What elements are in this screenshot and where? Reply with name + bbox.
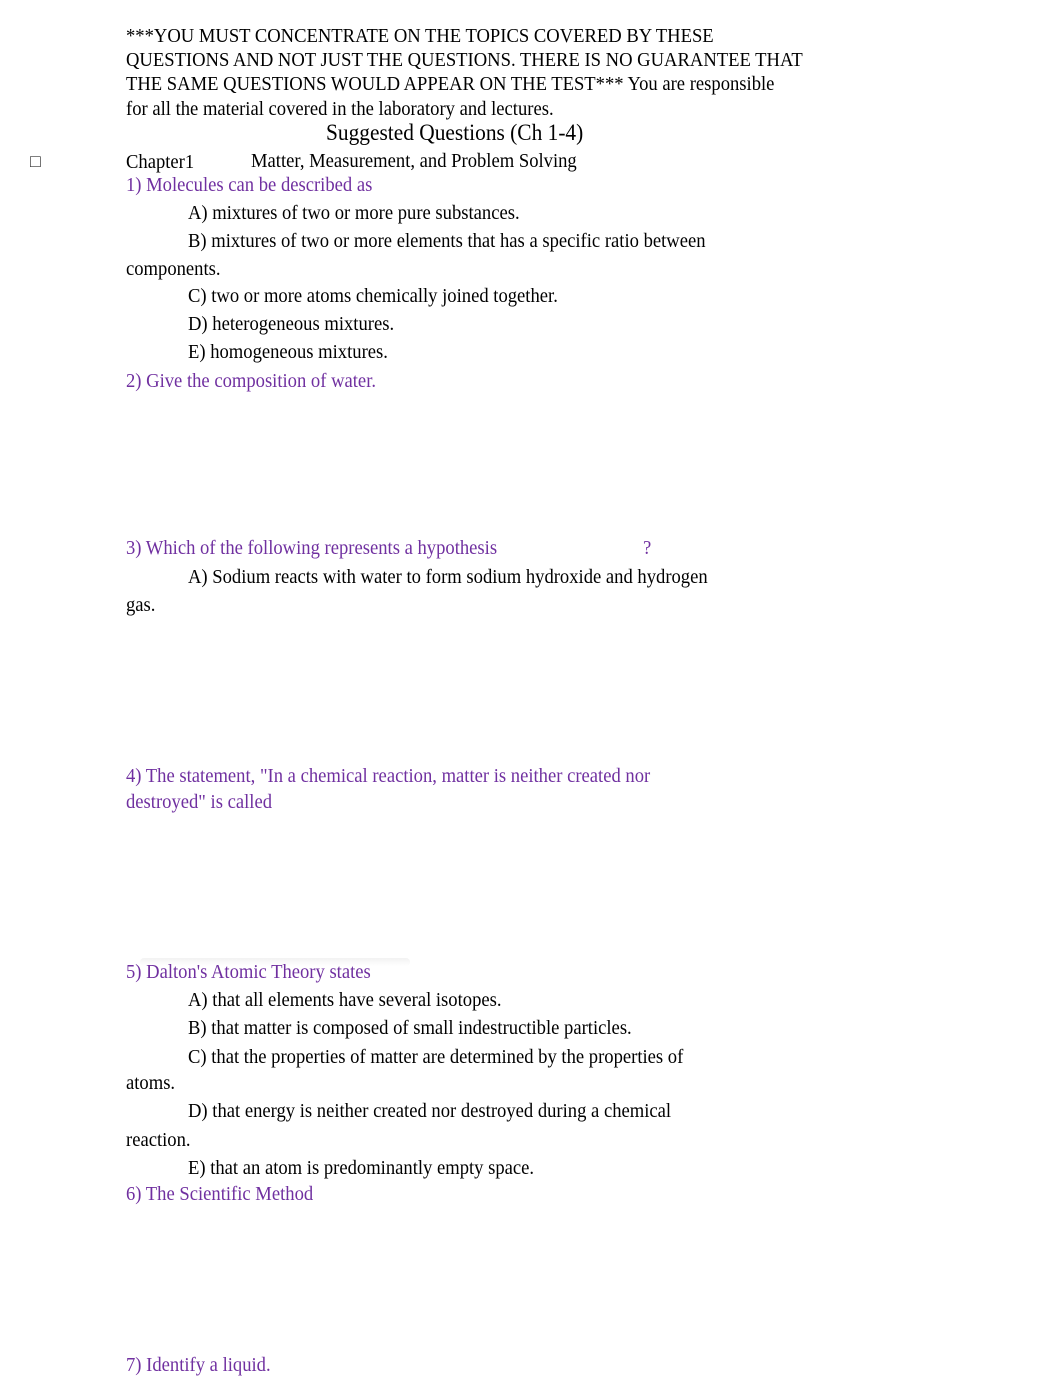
question-1-option-a: A) mixtures of two or more pure substanc… [188, 202, 520, 224]
page-title: Suggested Questions (Ch 1-4) [326, 120, 584, 145]
question-5-option-d: D) that energy is neither created nor de… [188, 1100, 672, 1122]
question-5-option-c: C) that the properties of matter are det… [188, 1046, 684, 1068]
question-1: 1) Molecules can be described as [126, 174, 373, 196]
notice-line-4: for all the material covered in the labo… [126, 98, 554, 120]
question-6: 6) The Scientific Method [126, 1183, 314, 1205]
chapter-label: Chapter1 [126, 151, 195, 173]
question-5-option-a: A) that all elements have several isotop… [188, 989, 502, 1011]
question-4-line-1: 4) The statement, "In a chemical reactio… [126, 765, 651, 787]
question-5-option-d-cont: reaction. [126, 1129, 191, 1151]
question-2: 2) Give the composition of water. [126, 370, 377, 392]
question-3-mark: ? [643, 537, 652, 559]
question-5: 5) Dalton's Atomic Theory states [126, 961, 371, 983]
question-3: 3) Which of the following represents a h… [126, 537, 498, 559]
question-5-option-b: B) that matter is composed of small inde… [188, 1017, 632, 1039]
question-1-option-b: B) mixtures of two or more elements that… [188, 230, 706, 252]
question-1-option-b-cont: components. [126, 258, 221, 280]
question-1-option-d: D) heterogeneous mixtures. [188, 313, 395, 335]
question-4-line-2: destroyed" is called [126, 791, 273, 813]
question-1-option-c: C) two or more atoms chemically joined t… [188, 285, 558, 307]
bullet-icon: □ [30, 151, 41, 171]
question-3-option-a: A) Sodium reacts with water to form sodi… [188, 566, 708, 588]
chapter-name: Matter, Measurement, and Problem Solving [251, 150, 577, 172]
notice-line-2: QUESTIONS AND NOT JUST THE QUESTIONS. TH… [126, 49, 803, 71]
notice-line-3: THE SAME QUESTIONS WOULD APPEAR ON THE T… [126, 73, 775, 95]
question-7: 7) Identify a liquid. [126, 1354, 271, 1376]
question-1-option-e: E) homogeneous mixtures. [188, 341, 388, 363]
notice-line-1: ***YOU MUST CONCENTRATE ON THE TOPICS CO… [126, 25, 714, 47]
question-5-option-e: E) that an atom is predominantly empty s… [188, 1157, 535, 1179]
question-5-option-c-cont: atoms. [126, 1072, 176, 1094]
question-3-option-a-cont: gas. [126, 594, 156, 616]
